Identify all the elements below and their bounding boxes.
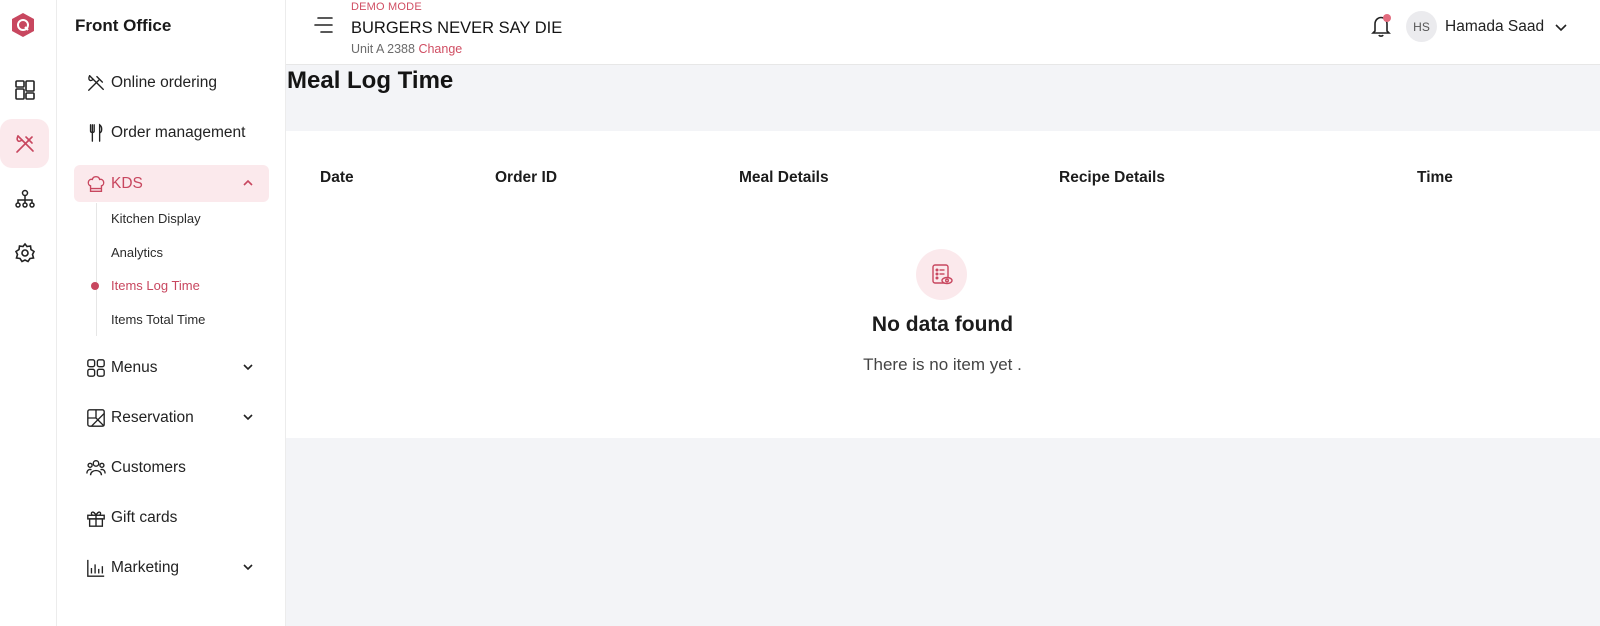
sidebar-item-label: Menus (111, 358, 158, 376)
settings-icon[interactable] (0, 228, 49, 277)
bar-chart-icon (85, 557, 107, 579)
sidebar-title: Front Office (75, 16, 172, 35)
chevron-up-icon (241, 176, 255, 190)
empty-state-subtitle: There is no item yet . (863, 355, 1022, 374)
empty-state-title: No data found (871, 313, 1014, 336)
column-header-recipe-details: Recipe Details (1059, 169, 1165, 186)
fork-knife-icon (85, 122, 107, 144)
table-layout-icon (85, 407, 107, 429)
chevron-down-icon[interactable] (1554, 20, 1568, 34)
sidebar-item-marketing[interactable]: Marketing (74, 549, 269, 586)
avatar[interactable]: HS (1406, 11, 1437, 42)
change-unit-link[interactable]: Change (418, 42, 462, 56)
hamburger-menu-icon[interactable] (314, 16, 336, 34)
utensils-icon (85, 72, 107, 94)
icon-rail (0, 0, 57, 626)
sidebar-subitem-items-total-time[interactable]: Items Total Time (111, 312, 205, 327)
user-name[interactable]: Hamada Saad (1445, 18, 1544, 36)
logo-icon[interactable] (11, 12, 35, 38)
log-table-card: Date Order ID Meal Details Recipe Detail… (286, 131, 1600, 438)
users-icon (85, 457, 107, 479)
sidebar-item-gift-cards[interactable]: Gift cards (74, 499, 269, 536)
sidebar-subitem-kitchen-display[interactable]: Kitchen Display (111, 211, 201, 226)
page-title: Meal Log Time (287, 67, 454, 94)
sidebar-item-label: Order management (111, 123, 246, 141)
demo-mode-label: DEMO MODE (351, 1, 422, 13)
column-header-date: Date (320, 169, 354, 186)
chevron-down-icon (241, 560, 255, 574)
sidebar-subitem-analytics[interactable]: Analytics (111, 245, 163, 260)
utensils-icon[interactable] (0, 119, 49, 168)
sidebar-item-order-management[interactable]: Order management (74, 114, 269, 151)
sidebar-item-label: Gift cards (111, 508, 178, 526)
sidebar: Front Office Online ordering Order manag… (57, 0, 286, 626)
sidebar-item-reservation[interactable]: Reservation (74, 399, 269, 436)
empty-list-icon (916, 249, 967, 300)
sidebar-item-label: Marketing (111, 558, 180, 576)
store-name: BURGERS NEVER SAY DIE (351, 19, 563, 37)
dashboard-icon[interactable] (0, 65, 49, 114)
chevron-down-icon (241, 360, 255, 374)
sidebar-subitem-items-log-time[interactable]: Items Log Time (111, 278, 200, 293)
sidebar-item-label: KDS (111, 174, 143, 192)
sidebar-item-customers[interactable]: Customers (74, 449, 269, 486)
org-chart-icon[interactable] (0, 174, 49, 223)
unit-line: Unit A 2388 Change (351, 42, 462, 56)
column-header-order-id: Order ID (495, 169, 558, 186)
column-header-time: Time (1417, 169, 1453, 186)
top-header: DEMO MODE BURGERS NEVER SAY DIE Unit A 2… (286, 0, 1600, 65)
sidebar-item-menus[interactable]: Menus (74, 349, 269, 386)
grid-icon (85, 357, 107, 379)
active-indicator-dot (91, 282, 99, 290)
sidebar-item-label: Customers (111, 458, 186, 476)
sidebar-item-online-ordering[interactable]: Online ordering (74, 64, 269, 101)
unit-label: Unit A 2388 (351, 42, 415, 56)
column-header-meal-details: Meal Details (739, 169, 829, 186)
sidebar-item-label: Reservation (111, 408, 194, 426)
gift-icon (85, 507, 107, 529)
notification-dot (1383, 14, 1391, 22)
chef-hat-icon (85, 173, 107, 195)
submenu-guide-line (96, 203, 97, 336)
sidebar-item-kds[interactable]: KDS (74, 165, 269, 202)
chevron-down-icon (241, 410, 255, 424)
sidebar-item-label: Online ordering (111, 73, 217, 91)
